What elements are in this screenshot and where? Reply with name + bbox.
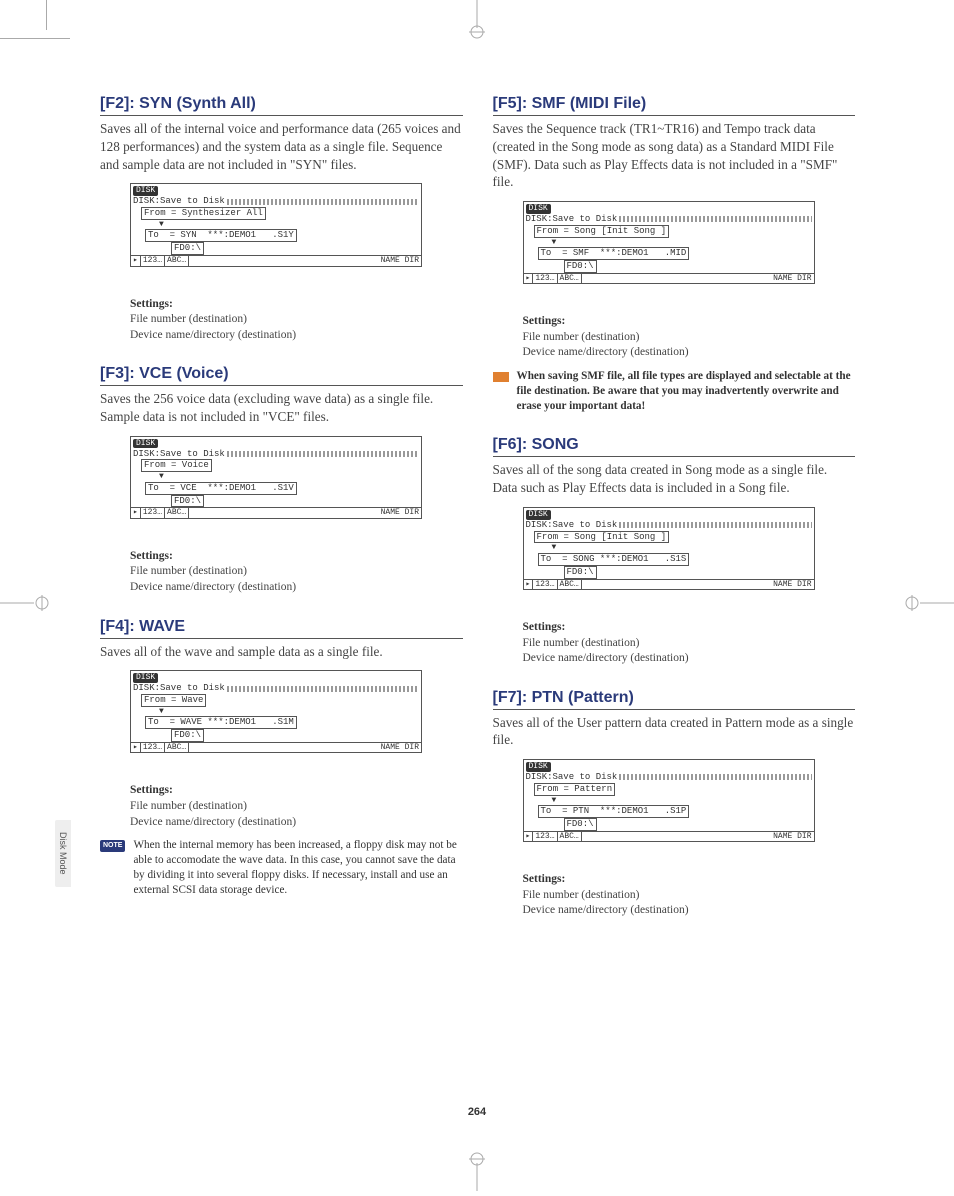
body-f4: Saves all of the wave and sample data as…: [100, 643, 463, 661]
settings-line: Device name/directory (destination): [523, 903, 856, 919]
settings-label: Settings:: [130, 297, 463, 313]
corner-line: [46, 0, 47, 30]
lcd-foot-right: NAME DIR: [379, 256, 421, 266]
lcd-f6: DISK DISK:Save to Disk From = Song [Init…: [523, 507, 815, 590]
lcd-to: To = SYN ***:DEMO1 .S1Y: [145, 229, 297, 242]
lcd-f4: DISK DISK:Save to Disk From = Wave ▼ To …: [130, 670, 422, 753]
section-f7: [F7]: PTN (Pattern) Saves all of the Use…: [493, 689, 856, 919]
heading-f7: [F7]: PTN (Pattern): [493, 689, 856, 710]
lcd-from: From = Synthesizer All: [141, 207, 266, 220]
heading-f2: [F2]: SYN (Synth All): [100, 95, 463, 116]
settings-line: File number (destination): [523, 330, 856, 346]
section-f5: [F5]: SMF (MIDI File) Saves the Sequence…: [493, 95, 856, 414]
section-f6: [F6]: SONG Saves all of the song data cr…: [493, 436, 856, 666]
settings-line: File number (destination): [130, 799, 463, 815]
lcd-foot: ABC…: [165, 256, 189, 266]
crop-mark-bottom-icon: [457, 1151, 497, 1196]
lcd-fd: FD0:\: [171, 242, 204, 255]
lcd-foot: 123…: [141, 256, 165, 266]
left-column: [F2]: SYN (Synth All) Saves all of the i…: [100, 95, 463, 941]
arrow-down-icon: ▼: [524, 238, 814, 248]
note-badge-icon: NOTE: [100, 840, 125, 852]
arrow-down-icon: ▼: [524, 543, 814, 553]
arrow-down-icon: ▼: [524, 796, 814, 806]
settings-line: Device name/directory (destination): [130, 328, 463, 344]
body-f3: Saves the 256 voice data (excluding wave…: [100, 390, 463, 426]
section-f2: [F2]: SYN (Synth All) Saves all of the i…: [100, 95, 463, 343]
section-f4: [F4]: WAVE Saves all of the wave and sam…: [100, 618, 463, 899]
lcd-f5: DISK DISK:Save to Disk From = Song [Init…: [523, 201, 815, 284]
body-f7: Saves all of the User pattern data creat…: [493, 714, 856, 750]
settings-line: File number (destination): [523, 888, 856, 904]
settings-label: Settings:: [130, 783, 463, 799]
warning-icon: [493, 372, 509, 382]
lcd-f3: DISK DISK:Save to Disk From = Voice ▼ To…: [130, 436, 422, 519]
note-text: When the internal memory has been increa…: [133, 838, 462, 898]
arrow-down-icon: ▼: [131, 472, 421, 482]
arrow-down-icon: ▼: [131, 220, 421, 230]
heading-f4: [F4]: WAVE: [100, 618, 463, 639]
settings-line: File number (destination): [130, 564, 463, 580]
heading-f6: [F6]: SONG: [493, 436, 856, 457]
lcd-f7: DISK DISK:Save to Disk From = Pattern ▼ …: [523, 759, 815, 842]
settings-label: Settings:: [130, 549, 463, 565]
right-column: [F5]: SMF (MIDI File) Saves the Sequence…: [493, 95, 856, 941]
heading-f5: [F5]: SMF (MIDI File): [493, 95, 856, 116]
settings-label: Settings:: [523, 872, 856, 888]
settings-label: Settings:: [523, 314, 856, 330]
arrow-down-icon: ▼: [131, 707, 421, 717]
settings-line: File number (destination): [130, 312, 463, 328]
settings-line: Device name/directory (destination): [130, 815, 463, 831]
settings-line: File number (destination): [523, 636, 856, 652]
warning-text: When saving SMF file, all file types are…: [517, 369, 856, 414]
lcd-tab: DISK: [133, 186, 158, 196]
settings-label: Settings:: [523, 620, 856, 636]
settings-line: Device name/directory (destination): [523, 345, 856, 361]
lcd-f2: DISK DISK:Save to Disk From = Synthesize…: [130, 183, 422, 266]
heading-f3: [F3]: VCE (Voice): [100, 365, 463, 386]
corner-line: [0, 38, 70, 39]
body-f2: Saves all of the internal voice and perf…: [100, 120, 463, 173]
body-f6: Saves all of the song data created in So…: [493, 461, 856, 497]
crop-mark-left-icon: [0, 593, 50, 618]
settings-line: Device name/directory (destination): [523, 651, 856, 667]
crop-mark-top-icon: [457, 0, 497, 45]
settings-line: Device name/directory (destination): [130, 580, 463, 596]
crop-mark-right-icon: [904, 593, 954, 618]
page-number: 264: [0, 1106, 954, 1118]
lcd-foot: ▸: [131, 256, 141, 266]
lcd-title: DISK:Save to Disk: [131, 196, 227, 207]
side-tab: Disk Mode: [55, 820, 71, 887]
section-f3: [F3]: VCE (Voice) Saves the 256 voice da…: [100, 365, 463, 595]
body-f5: Saves the Sequence track (TR1~TR16) and …: [493, 120, 856, 191]
